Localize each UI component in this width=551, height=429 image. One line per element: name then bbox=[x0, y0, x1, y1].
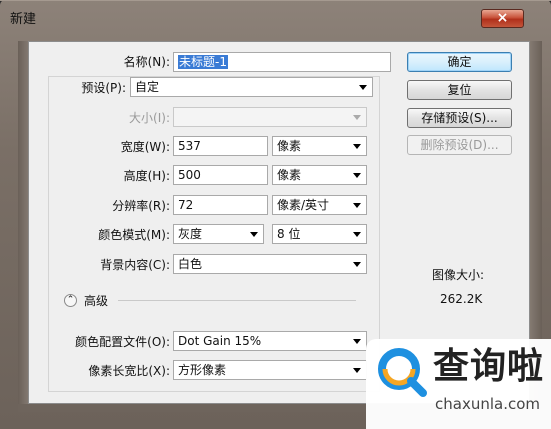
chevron-down-icon bbox=[250, 232, 258, 237]
chevron-down-icon bbox=[353, 339, 361, 344]
watermark-text: 查询啦 bbox=[433, 346, 545, 387]
color-profile-value: Dot Gain 15% bbox=[178, 334, 262, 348]
close-button[interactable]: × bbox=[481, 9, 524, 28]
chevron-down-icon bbox=[359, 85, 367, 90]
color-mode-label: 颜色模式(M): bbox=[98, 228, 170, 242]
resolution-label: 分辨率(R): bbox=[112, 199, 170, 213]
color-profile-label: 颜色配置文件(O): bbox=[75, 335, 170, 349]
height-input[interactable]: 500 bbox=[173, 165, 268, 185]
ok-button[interactable]: 确定 bbox=[407, 52, 512, 72]
width-label: 宽度(W): bbox=[120, 140, 170, 154]
name-input[interactable]: 未标题-1 bbox=[173, 52, 391, 72]
bit-depth-select[interactable]: 8 位 bbox=[272, 224, 367, 244]
chevron-down-icon bbox=[353, 368, 361, 373]
name-label: 名称(N): bbox=[123, 55, 170, 69]
pixel-aspect-value: 方形像素 bbox=[178, 363, 227, 377]
width-input[interactable]: 537 bbox=[173, 136, 268, 156]
background-label: 背景内容(C): bbox=[100, 258, 170, 272]
chevron-down-icon bbox=[353, 115, 361, 120]
advanced-toggle-icon[interactable]: ⌃ bbox=[64, 294, 77, 307]
image-size-label: 图像大小: bbox=[432, 268, 485, 282]
resolution-input[interactable]: 72 bbox=[173, 195, 268, 215]
size-select[interactable] bbox=[173, 107, 367, 127]
advanced-label: 高级 bbox=[84, 294, 109, 308]
preset-value: 自定 bbox=[135, 80, 160, 94]
bit-depth-value: 8 位 bbox=[277, 227, 301, 241]
height-label: 高度(H): bbox=[123, 169, 170, 183]
chevron-down-icon bbox=[353, 232, 361, 237]
q-magnifier-icon bbox=[378, 348, 427, 397]
resolution-unit-value: 像素/英寸 bbox=[277, 198, 330, 212]
image-size-value: 262.2K bbox=[440, 292, 483, 306]
size-label: 大小(I): bbox=[129, 111, 170, 125]
chevron-down-icon bbox=[353, 203, 361, 208]
preset-select[interactable]: 自定 bbox=[130, 77, 373, 97]
chevron-down-icon bbox=[353, 144, 361, 149]
resolution-unit-select[interactable]: 像素/英寸 bbox=[272, 195, 367, 215]
preset-label: 预设(P): bbox=[81, 81, 126, 95]
height-unit-select[interactable]: 像素 bbox=[272, 165, 367, 185]
color-mode-value: 灰度 bbox=[178, 227, 203, 241]
save-preset-button[interactable]: 存储预设(S)... bbox=[407, 108, 512, 128]
reset-button[interactable]: 复位 bbox=[407, 80, 512, 100]
color-profile-select[interactable]: Dot Gain 15% bbox=[173, 331, 367, 351]
background-value: 白色 bbox=[178, 257, 203, 271]
width-unit-select[interactable]: 像素 bbox=[272, 136, 367, 156]
background-select[interactable]: 白色 bbox=[173, 254, 367, 274]
pixel-aspect-label: 像素长宽比(X): bbox=[88, 364, 170, 378]
color-mode-select[interactable]: 灰度 bbox=[173, 224, 264, 244]
frame-highlight bbox=[0, 0, 551, 1]
height-unit-value: 像素 bbox=[277, 168, 302, 182]
width-unit-value: 像素 bbox=[277, 139, 302, 153]
dialog-title: 新建 bbox=[10, 12, 37, 27]
chevron-down-icon bbox=[353, 173, 361, 178]
delete-preset-button[interactable]: 删除预设(D)... bbox=[407, 135, 512, 155]
frame-edge-left bbox=[18, 41, 28, 410]
advanced-divider bbox=[118, 300, 356, 301]
pixel-aspect-select[interactable]: 方形像素 bbox=[173, 360, 367, 380]
name-value: 未标题-1 bbox=[178, 55, 228, 69]
watermark-url: chaxunla.com bbox=[435, 395, 540, 413]
chevron-down-icon bbox=[353, 262, 361, 267]
